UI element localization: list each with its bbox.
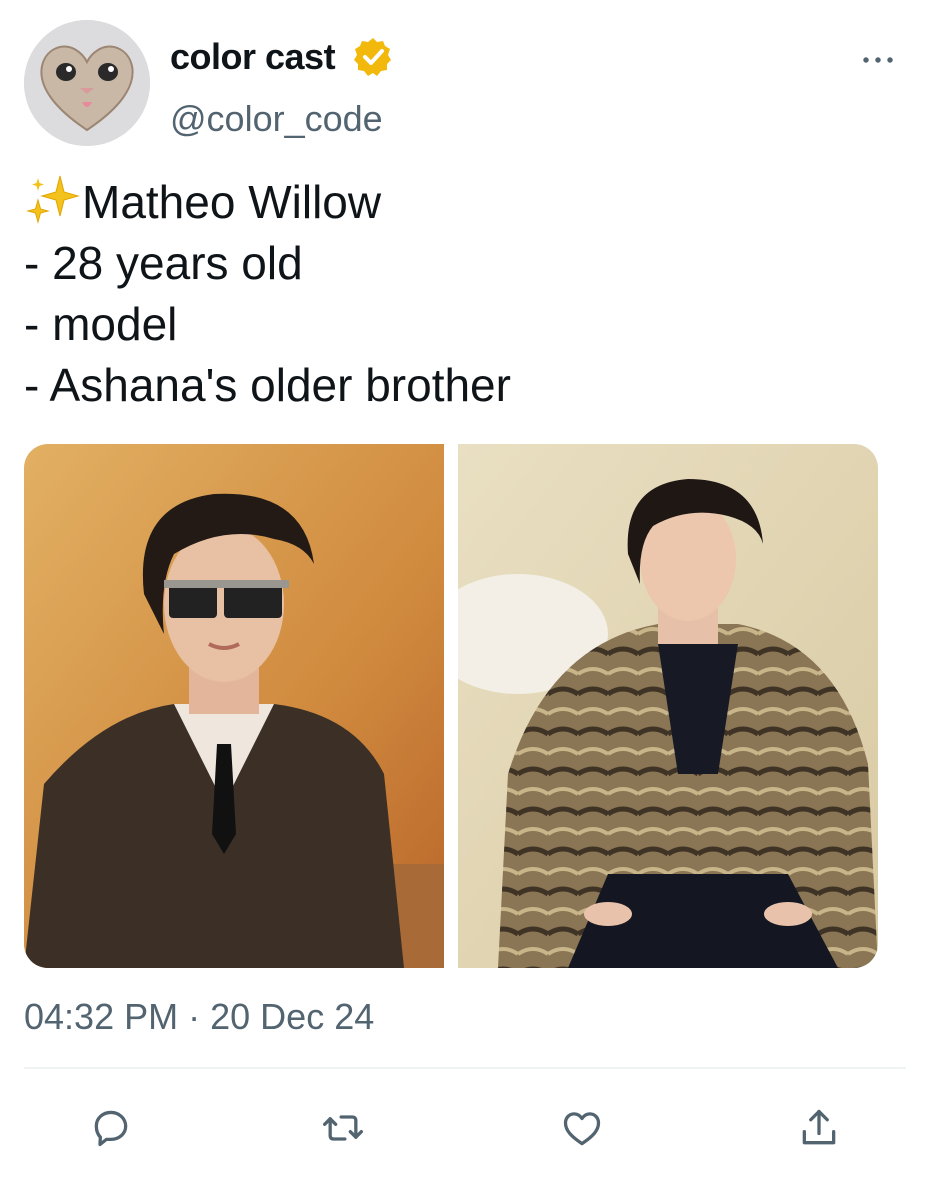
tweet-line-text: Matheo Willow: [82, 176, 382, 228]
like-button[interactable]: [554, 1100, 610, 1156]
like-icon: [563, 1112, 601, 1146]
meta-separator: ·: [188, 996, 201, 1037]
more-options-icon[interactable]: [855, 40, 901, 80]
tweet-line-1: Matheo Willow: [24, 172, 511, 233]
retweet-icon: [323, 1115, 363, 1141]
sparkles-icon: [26, 175, 80, 224]
tweet-time: 04:32 PM: [24, 996, 179, 1037]
share-button[interactable]: [791, 1100, 847, 1156]
tweet-card: color cast @color_code Matheo Willow - 2…: [0, 0, 929, 1200]
cat-heart-avatar-icon: [24, 20, 150, 146]
handle[interactable]: @color_code: [170, 98, 383, 140]
tweet-text: Matheo Willow - 28 years old - model - A…: [24, 172, 511, 416]
avatar[interactable]: [24, 20, 150, 146]
reply-icon: [94, 1110, 128, 1147]
share-icon: [802, 1109, 836, 1145]
photo-suit-sunglasses[interactable]: [24, 444, 444, 968]
tweet-line-2: - 28 years old: [24, 237, 303, 289]
reply-button[interactable]: [83, 1100, 139, 1156]
display-name[interactable]: color cast: [170, 36, 336, 78]
tweet-timestamp[interactable]: 04:32 PM · 20 Dec 24: [24, 996, 374, 1038]
retweet-button[interactable]: [315, 1100, 371, 1156]
photo-fur-coat[interactable]: [458, 444, 878, 968]
divider: [24, 1067, 906, 1069]
media-grid: [24, 444, 878, 968]
tweet-line-4: - Ashana's older brother: [24, 359, 511, 411]
tweet-line-3: - model: [24, 298, 178, 350]
verified-badge-icon: [354, 38, 391, 76]
tweet-date: 20 Dec 24: [210, 996, 375, 1037]
